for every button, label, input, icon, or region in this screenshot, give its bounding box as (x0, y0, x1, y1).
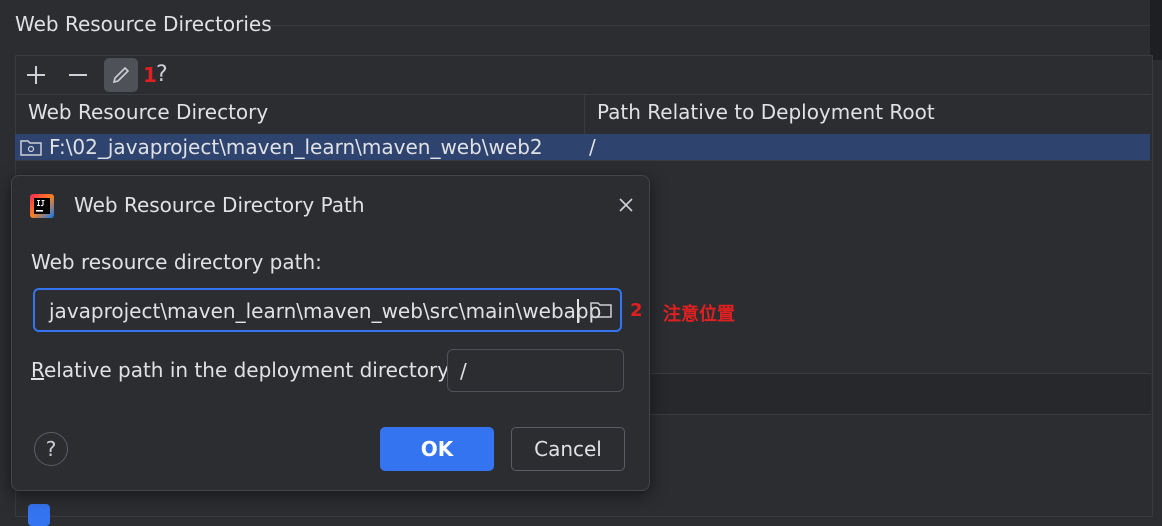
background-divider (650, 373, 1151, 374)
close-button[interactable] (618, 193, 634, 222)
folder-browse-icon[interactable] (589, 299, 613, 321)
path-input-value: javaproject\maven_learn\maven_web\src\ma… (49, 299, 602, 323)
row-relative-path: / (589, 135, 596, 159)
path-input[interactable]: javaproject\maven_learn\maven_web\src\ma… (33, 288, 622, 332)
relative-path-label-text: elative path in the deployment directory… (44, 358, 455, 382)
minus-icon (69, 74, 87, 76)
intellij-logo-icon (30, 194, 54, 218)
toolbar-help-button[interactable]: ? (156, 62, 168, 87)
column-header-relative[interactable]: Path Relative to Deployment Root (597, 100, 935, 124)
relative-path-input[interactable] (458, 357, 612, 385)
help-button[interactable]: ? (34, 432, 68, 466)
cancel-button[interactable]: Cancel (511, 427, 625, 471)
section-title: Web Resource Directories (15, 12, 272, 36)
column-header-directory[interactable]: Web Resource Directory (28, 100, 268, 124)
text-caret (577, 299, 579, 323)
close-icon (619, 198, 633, 212)
annotation-note: 注意位置 (663, 304, 735, 325)
row-directory: F:\02_javaproject\maven_learn\maven_web\… (49, 135, 543, 159)
plus-icon (27, 66, 45, 84)
background-divider-2 (650, 414, 1151, 415)
edit-button[interactable] (104, 58, 138, 92)
relative-path-field[interactable] (447, 349, 624, 392)
annotation-2: 2 (630, 300, 643, 321)
add-button[interactable] (19, 58, 53, 92)
row-divider (15, 160, 1151, 161)
relative-path-label: Relative path in the deployment director… (31, 358, 454, 382)
annotation-1: 1 (143, 63, 157, 87)
background-field (650, 373, 1151, 414)
dialog-title: Web Resource Directory Path (74, 193, 365, 217)
editor-edge (1150, 0, 1162, 60)
path-label: Web resource directory path: (31, 250, 322, 274)
ok-button[interactable]: OK (380, 427, 494, 471)
section-divider (270, 25, 1150, 26)
toolbar-divider (15, 94, 1151, 95)
pencil-icon (112, 66, 130, 84)
background-checkbox[interactable] (28, 504, 50, 526)
remove-button[interactable] (61, 58, 95, 92)
mnemonic-letter: R (31, 358, 44, 382)
web-folder-icon (20, 140, 42, 156)
